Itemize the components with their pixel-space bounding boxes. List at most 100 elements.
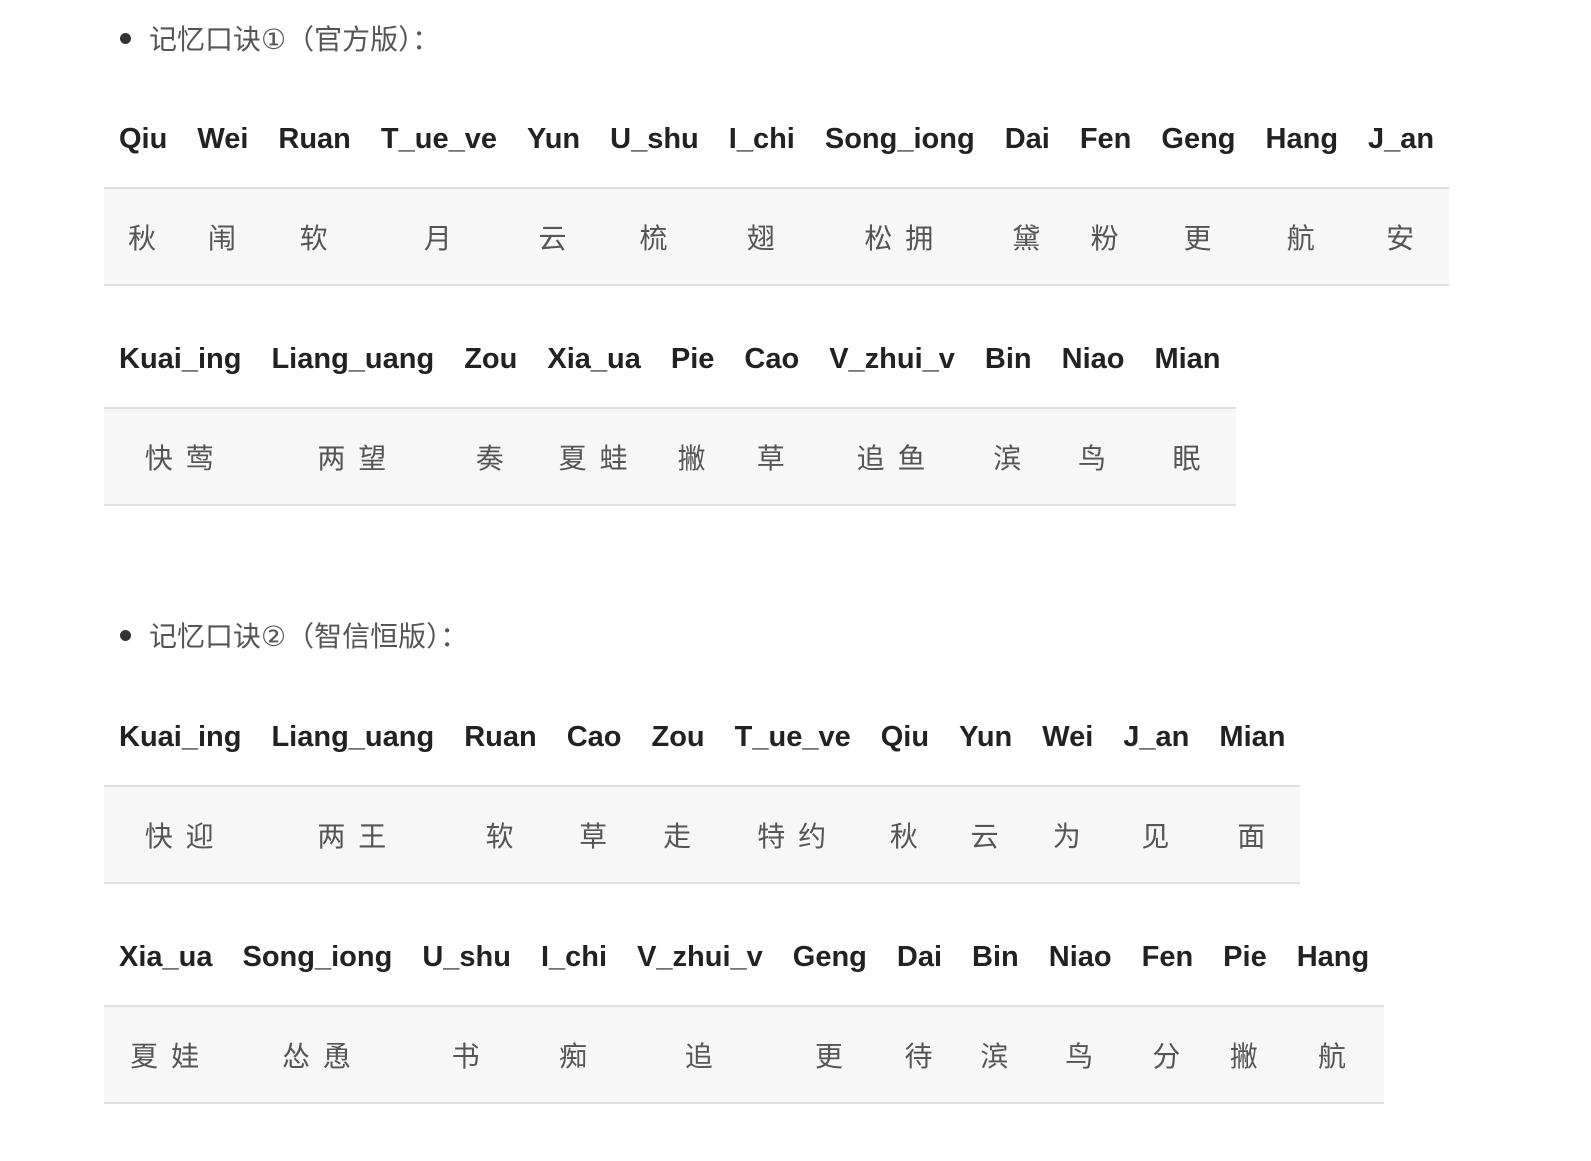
column-header: I_chi [525, 910, 623, 1007]
column-header: Mian [1204, 690, 1301, 787]
table-cell: 撇 [655, 408, 730, 506]
column-header: Hang [1281, 910, 1385, 1007]
table-cell: 翅 [713, 188, 810, 286]
column-header: Dai [989, 92, 1065, 189]
table-cell: 更 [1146, 188, 1251, 286]
table-cell: 更 [777, 1006, 882, 1104]
column-header: T_ue_ve [719, 690, 866, 787]
table-cell: 梳 [595, 188, 714, 286]
table-cell: 夏 蛙 [532, 408, 656, 506]
column-header: Cao [551, 690, 637, 787]
table-cell: 云 [944, 786, 1028, 884]
column-header: Zou [636, 690, 720, 787]
column-header: Liang_uang [256, 312, 450, 409]
table-cell: 月 [365, 188, 512, 286]
column-header: Yun [511, 92, 596, 189]
column-header: Bin [969, 312, 1047, 409]
section2-heading: 记忆口诀②（智信恒版）： [120, 615, 468, 655]
column-header: Zou [449, 312, 533, 409]
column-header: U_shu [595, 92, 714, 189]
column-header: Hang [1250, 92, 1354, 189]
column-header: Niao [1033, 910, 1127, 1007]
column-header: Niao [1046, 312, 1140, 409]
table-cell: 痴 [525, 1006, 623, 1104]
column-header: Kuai_ing [104, 312, 257, 409]
table-cell: 夏 娃 [104, 1006, 228, 1104]
table-cell: 两 望 [256, 408, 450, 506]
table-cell: 草 [551, 786, 637, 884]
table-cell: 分 [1126, 1006, 1209, 1104]
table-header-row: Kuai_ing Liang_uang Ruan Cao Zou T_ue_ve Qiu Yu… [104, 690, 1301, 787]
table-cell: 松 拥 [809, 188, 990, 286]
table-cell: 草 [729, 408, 815, 506]
section2-table1: Kuai_ing Liang_uang Ruan Cao Zou T_ue_ve Qiu Yu… [104, 690, 1301, 884]
column-header: Xia_ua [532, 312, 656, 409]
column-header: V_zhui_v [622, 910, 778, 1007]
table-cell: 秋 [104, 188, 183, 286]
section2-table2: Xia_ua Song_iong U_shu I_chi V_zhui_v Geng Dai… [104, 910, 1385, 1104]
table-cell: 粉 [1064, 188, 1147, 286]
table-cell: 滨 [957, 1006, 1034, 1104]
table-cell: 安 [1353, 188, 1450, 286]
column-header: V_zhui_v [814, 312, 970, 409]
table-cell: 鸟 [1033, 1006, 1127, 1104]
column-header: Mian [1139, 312, 1236, 409]
column-header: J_an [1108, 690, 1205, 787]
section1-table1: Qiu Wei Ruan T_ue_ve Yun U_shu I_chi Song_iong D… [104, 92, 1450, 286]
bullet-dot-icon [120, 32, 131, 44]
table-row: 夏 娃怂 恿书痴追更待滨鸟分撇航 [104, 1006, 1385, 1104]
table-cell: 奏 [449, 408, 533, 506]
section1-heading: 记忆口诀①（官方版）： [120, 18, 440, 58]
column-header: Geng [777, 910, 882, 1007]
table-cell: 追 鱼 [814, 408, 970, 506]
table-cell: 秋 [865, 786, 945, 884]
column-header: Song_iong [809, 92, 990, 189]
table-cell: 待 [881, 1006, 958, 1104]
table-header-row: Xia_ua Song_iong U_shu I_chi V_zhui_v Geng Dai… [104, 910, 1385, 1007]
column-header: Cao [729, 312, 815, 409]
table-cell: 云 [511, 188, 596, 286]
column-header: Liang_uang [256, 690, 450, 787]
table-cell: 两 王 [256, 786, 450, 884]
column-header: Song_iong [227, 910, 408, 1007]
table-cell: 航 [1250, 188, 1354, 286]
table-cell: 追 [622, 1006, 778, 1104]
table-cell: 航 [1281, 1006, 1385, 1104]
bullet-dot-icon [120, 629, 131, 641]
table-cell: 闱 [182, 188, 264, 286]
section2-title: 记忆口诀②（智信恒版）： [149, 620, 469, 653]
column-header: Qiu [104, 92, 183, 189]
column-header: Xia_ua [104, 910, 228, 1007]
column-header: U_shu [407, 910, 526, 1007]
column-header: Fen [1126, 910, 1209, 1007]
column-header: Qiu [865, 690, 945, 787]
column-header: Ruan [263, 92, 366, 189]
column-header: Bin [957, 910, 1034, 1007]
section1-title: 记忆口诀①（官方版）： [149, 23, 441, 56]
section1-table2: Kuai_ing Liang_uang Zou Xia_ua Pie Cao V_zhui_… [104, 312, 1236, 506]
table-row: 快 莺两 望奏夏 蛙撇草追 鱼滨鸟眠 [104, 408, 1236, 506]
table-cell: 黛 [989, 188, 1065, 286]
column-header: Wei [1027, 690, 1109, 787]
column-header: Ruan [449, 690, 552, 787]
column-header: Pie [1208, 910, 1282, 1007]
table-cell: 眠 [1139, 408, 1236, 506]
column-header: Kuai_ing [104, 690, 257, 787]
column-header: Geng [1146, 92, 1251, 189]
table-cell: 撇 [1208, 1006, 1282, 1104]
column-header: T_ue_ve [365, 92, 512, 189]
table-cell: 书 [407, 1006, 526, 1104]
table-cell: 面 [1204, 786, 1301, 884]
table-cell: 鸟 [1046, 408, 1140, 506]
table-row: 快 迎两 王软草走特 约秋云为见面 [104, 786, 1301, 884]
table-cell: 为 [1027, 786, 1109, 884]
table-cell: 快 莺 [104, 408, 257, 506]
table-cell: 软 [449, 786, 552, 884]
table-cell: 见 [1108, 786, 1205, 884]
table-header-row: Kuai_ing Liang_uang Zou Xia_ua Pie Cao V_zhui_… [104, 312, 1236, 409]
table-cell: 特 约 [719, 786, 866, 884]
column-header: Wei [182, 92, 264, 189]
column-header: I_chi [713, 92, 810, 189]
column-header: J_an [1353, 92, 1450, 189]
column-header: Pie [655, 312, 730, 409]
